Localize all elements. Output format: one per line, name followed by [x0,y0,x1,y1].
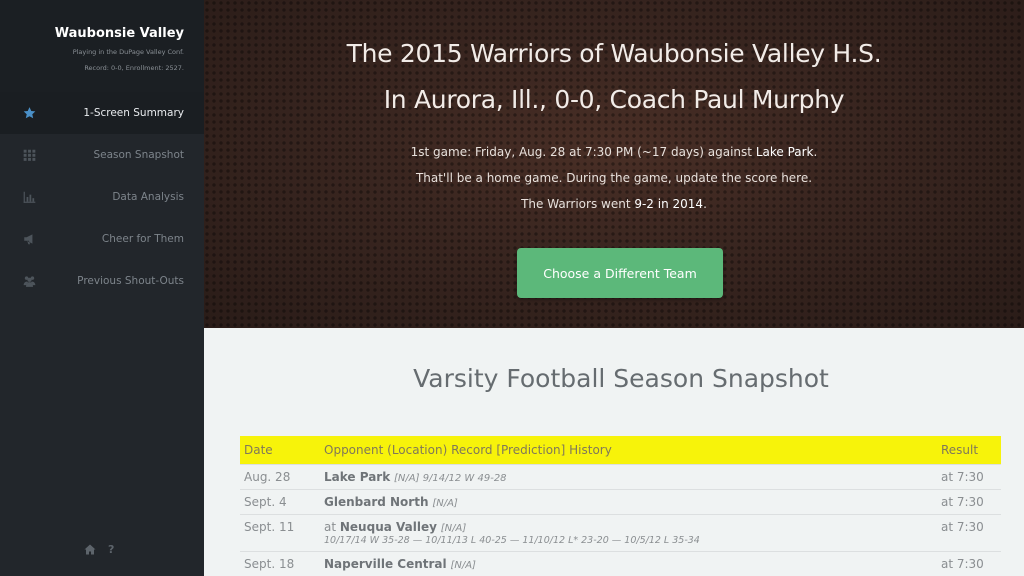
sidebar: Waubonsie Valley Playing in the DuPage V… [0,0,204,576]
table-header-row: Date Opponent (Location) Record [Predict… [240,436,1001,464]
game-opponent-cell: Lake Park [N/A] 9/14/12 W 49-28 [320,463,937,489]
home-icon[interactable] [84,544,96,555]
sidebar-item-summary[interactable]: 1-Screen Summary [0,92,204,134]
sidebar-item-label: Cheer for Them [101,233,184,245]
location-prefix: at [324,519,340,534]
hero-info: 1st game: Friday, Aug. 28 at 7:30 PM (~1… [204,139,1024,217]
game-result: at 7:30 [937,488,1001,514]
game-opponent-cell: Glenbard North [N/A] [320,488,937,514]
schedule-table: Date Opponent (Location) Record [Predict… [240,436,1001,576]
hero-title-line2: In Aurora, Ill., 0-0, Coach Paul Murphy [383,85,845,114]
opponent-name[interactable]: Neuqua Valley [340,520,437,534]
sidebar-item-label: Previous Shout-Outs [77,275,184,287]
hero-content: The 2015 Warriors of Waubonsie Valley H.… [204,0,1024,328]
group-icon [23,276,36,287]
sidebar-item-label: Season Snapshot [93,149,184,161]
sidebar-item-label: Data Analysis [112,191,184,203]
opponent-name[interactable]: Naperville Central [324,557,447,571]
team-name: Waubonsie Valley [54,26,184,41]
opponent-name[interactable]: Lake Park [324,470,390,484]
game-opponent-cell: Naperville Central [N/A] [320,550,937,576]
header-result: Result [941,442,979,457]
section-title: Varsity Football Season Snapshot [413,364,829,393]
main-content: Varsity Football Season Snapshot Date Op… [204,328,1024,576]
table-row: Aug. 28 Lake Park [N/A] 9/14/12 W 49-28 … [240,463,1001,489]
table-row: Sept. 18 Naperville Central [N/A] at 7:3… [240,550,1001,576]
hero-title: The 2015 Warriors of Waubonsie Valley H.… [204,31,1024,123]
sidebar-footer: ? [84,543,114,556]
header-date: Date [244,442,273,457]
brand-block: Waubonsie Valley Playing in the DuPage V… [0,0,204,92]
game-date: Sept. 18 [240,550,320,576]
game-result: at 7:30 [937,463,1001,489]
matchup-history: 10/17/14 W 35-28 — 10/11/13 L 40-25 — 11… [324,534,700,546]
sidebar-nav: 1-Screen Summary Season Snapshot Data An… [0,92,204,302]
team-conference: Playing in the DuPage Valley Conf. [72,48,184,56]
team-record-enrollment: Record: 0-0, Enrollment: 2527. [84,64,184,72]
sidebar-item-season-snapshot[interactable]: Season Snapshot [0,134,204,176]
home-game-line: That'll be a home game. During the game,… [415,171,813,185]
hero-banner: The 2015 Warriors of Waubonsie Valley H.… [204,0,1024,328]
help-icon[interactable]: ? [108,543,114,556]
sidebar-item-label: 1-Screen Summary [83,107,184,119]
opponent-info: [N/A] [440,522,467,534]
next-game-text: 1st game: Friday, Aug. 28 at 7:30 PM (~1… [410,145,756,159]
last-season-record: 9-2 in 2014 [634,197,704,211]
opponent-info: [N/A] [450,559,476,571]
game-date: Sept. 4 [240,488,320,514]
last-season-line: The Warriors went 9-2 in 2014. [204,191,1024,217]
table-row: Sept. 4 Glenbard North [N/A] at 7:30 [240,488,1001,514]
opponent-name[interactable]: Glenbard North [324,495,429,509]
game-result: at 7:30 [937,513,1001,551]
header-opponent: Opponent (Location) Record [Prediction] … [324,442,612,457]
next-game-end: . [813,145,818,159]
game-result: at 7:30 [937,550,1001,576]
sidebar-item-data-analysis[interactable]: Data Analysis [0,176,204,218]
grid-icon [23,149,36,161]
table-row: Sept. 11 at Neuqua Valley [N/A] 10/17/14 … [240,513,1001,551]
next-game-line: 1st game: Friday, Aug. 28 at 7:30 PM (~1… [204,139,1024,165]
next-opponent: Lake Park [755,145,814,159]
choose-team-button[interactable]: Choose a Different Team [517,248,723,298]
sidebar-item-cheer[interactable]: Cheer for Them [0,218,204,260]
sidebar-item-shout-outs[interactable]: Previous Shout-Outs [0,260,204,302]
bar-chart-icon [23,191,36,203]
last-season-text: The Warriors went [521,197,635,211]
opponent-info: [N/A] [432,497,458,509]
last-season-end: . [703,197,707,211]
game-date: Aug. 28 [240,463,320,489]
hero-title-line1: The 2015 Warriors of Waubonsie Valley H.… [346,39,882,68]
game-opponent-cell: at Neuqua Valley [N/A] 10/17/14 W 35-28 —… [320,513,937,551]
game-date: Sept. 11 [240,513,320,551]
star-icon [23,107,36,119]
opponent-info: [N/A] 9/14/12 W 49-28 [394,472,507,484]
megaphone-icon [24,234,33,245]
